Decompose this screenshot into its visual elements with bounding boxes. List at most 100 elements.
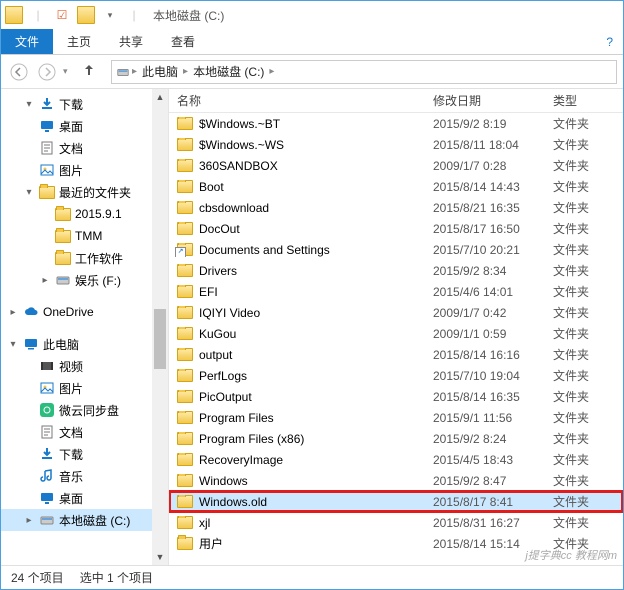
expand-icon[interactable]: ▾ [7, 339, 19, 350]
tree-node[interactable]: ▾此电脑 [1, 333, 168, 355]
tree-node[interactable]: ▸OneDrive [1, 301, 168, 323]
chevron-right-icon[interactable]: ▸ [269, 66, 274, 77]
tab-home[interactable]: 主页 [53, 29, 105, 54]
file-type: 文件夹 [545, 325, 623, 342]
table-row[interactable]: $Windows.~WS2015/8/11 18:04文件夹 [169, 134, 623, 155]
table-row[interactable]: xjl2015/8/31 16:27文件夹 [169, 512, 623, 533]
tab-share[interactable]: 共享 [105, 29, 157, 54]
tree-node[interactable]: 微云同步盘 [1, 399, 168, 421]
table-row[interactable]: Program Files (x86)2015/9/2 8:24文件夹 [169, 428, 623, 449]
table-row[interactable]: Boot2015/8/14 14:43文件夹 [169, 176, 623, 197]
breadcrumb[interactable]: 本地磁盘 (C:) [190, 63, 267, 80]
table-row[interactable]: Windows.old2015/8/17 8:41文件夹 [169, 491, 623, 512]
tree-node[interactable]: 桌面 [1, 487, 168, 509]
tree-node[interactable]: 文档 [1, 137, 168, 159]
tree-node[interactable]: 音乐 [1, 465, 168, 487]
file-date: 2015/8/11 18:04 [425, 138, 545, 152]
table-row[interactable]: Drivers2015/9/2 8:34文件夹 [169, 260, 623, 281]
table-row[interactable]: EFI2015/4/6 14:01文件夹 [169, 281, 623, 302]
table-row[interactable]: KuGou2009/1/1 0:59文件夹 [169, 323, 623, 344]
expand-icon[interactable]: ▸ [23, 515, 35, 526]
tree-node[interactable]: 文档 [1, 421, 168, 443]
file-name: PicOutput [199, 390, 252, 404]
scroll-thumb[interactable] [154, 309, 166, 369]
table-row[interactable]: PicOutput2015/8/14 16:35文件夹 [169, 386, 623, 407]
tree-node[interactable]: ▾下载 [1, 93, 168, 115]
tree-scrollbar[interactable]: ▲ ▼ [152, 89, 168, 565]
expand-icon[interactable]: ▸ [39, 275, 51, 286]
expand-icon[interactable]: ▸ [7, 307, 19, 318]
back-button[interactable] [7, 60, 31, 84]
table-row[interactable]: RecoveryImage2015/4/5 18:43文件夹 [169, 449, 623, 470]
file-date: 2015/9/2 8:47 [425, 474, 545, 488]
history-dropdown-icon[interactable]: ▾ [63, 66, 77, 77]
tree-node[interactable]: 2015.9.1 [1, 203, 168, 225]
tree-label: 图片 [59, 380, 83, 397]
table-row[interactable]: PerfLogs2015/7/10 19:04文件夹 [169, 365, 623, 386]
file-date: 2015/8/14 15:14 [425, 537, 545, 551]
file-name: EFI [199, 285, 218, 299]
tree-label: 桌面 [59, 118, 83, 135]
tab-file[interactable]: 文件 [1, 29, 53, 54]
tab-view[interactable]: 查看 [157, 29, 209, 54]
doc-icon [39, 424, 55, 440]
file-name: KuGou [199, 327, 236, 341]
table-row[interactable]: cbsdownload2015/8/21 16:35文件夹 [169, 197, 623, 218]
chevron-right-icon[interactable]: ▸ [183, 66, 188, 77]
file-list[interactable]: 名称 修改日期 类型 $Windows.~BT2015/9/2 8:19文件夹$… [169, 89, 623, 565]
address-bar[interactable]: ▸ 此电脑 ▸ 本地磁盘 (C:) ▸ [111, 60, 617, 84]
table-row[interactable]: $Windows.~BT2015/9/2 8:19文件夹 [169, 113, 623, 134]
qat-checkbox[interactable]: ☑ [53, 6, 71, 24]
tree-label: 桌面 [59, 490, 83, 507]
folder-icon [177, 432, 193, 445]
chevron-right-icon[interactable]: ▸ [132, 66, 137, 77]
folder-icon [177, 516, 193, 529]
video-icon [39, 358, 55, 374]
folder-icon [177, 348, 193, 361]
qat-folder[interactable] [77, 6, 95, 24]
up-button[interactable] [81, 62, 103, 81]
col-type[interactable]: 类型 [545, 92, 623, 109]
col-date[interactable]: 修改日期 [425, 92, 545, 109]
file-date: 2015/9/2 8:24 [425, 432, 545, 446]
table-row[interactable]: 360SANDBOX2009/1/7 0:28文件夹 [169, 155, 623, 176]
table-row[interactable]: DocOut2015/8/17 16:50文件夹 [169, 218, 623, 239]
qat-dropdown-icon[interactable]: ▾ [101, 6, 119, 24]
breadcrumb[interactable]: 此电脑 [139, 63, 181, 80]
expand-icon[interactable]: ▾ [23, 99, 35, 110]
table-row[interactable]: IQIYI Video2009/1/7 0:42文件夹 [169, 302, 623, 323]
tree-node[interactable]: 下载 [1, 443, 168, 465]
scroll-down-icon[interactable]: ▼ [152, 549, 168, 565]
scroll-up-icon[interactable]: ▲ [152, 89, 168, 105]
table-row[interactable]: Windows2015/9/2 8:47文件夹 [169, 470, 623, 491]
nav-tree[interactable]: ▾下载桌面文档图片▾最近的文件夹2015.9.1TMM工作软件▸娱乐 (F:)▸… [1, 89, 169, 565]
tree-node[interactable]: 图片 [1, 377, 168, 399]
tree-node[interactable]: ▸娱乐 (F:) [1, 269, 168, 291]
tree-node[interactable]: TMM [1, 225, 168, 247]
table-row[interactable]: 用户2015/8/14 15:14文件夹 [169, 533, 623, 554]
folder-icon [177, 306, 193, 319]
col-name[interactable]: 名称 [169, 92, 425, 109]
tree-node[interactable]: 工作软件 [1, 247, 168, 269]
expand-icon[interactable]: ▾ [23, 187, 35, 198]
file-type: 文件夹 [545, 535, 623, 552]
forward-button[interactable] [35, 60, 59, 84]
help-icon[interactable]: ? [596, 29, 623, 54]
file-type: 文件夹 [545, 220, 623, 237]
table-row[interactable]: Documents and Settings2015/7/10 20:21文件夹 [169, 239, 623, 260]
tree-node[interactable]: 图片 [1, 159, 168, 181]
table-row[interactable]: output2015/8/14 16:16文件夹 [169, 344, 623, 365]
file-date: 2009/1/7 0:28 [425, 159, 545, 173]
tree-node[interactable]: ▸本地磁盘 (C:) [1, 509, 168, 531]
status-bar: 24 个项目 选中 1 个项目 [1, 565, 623, 589]
file-name: PerfLogs [199, 369, 247, 383]
folder-icon [177, 138, 193, 151]
file-date: 2015/8/14 14:43 [425, 180, 545, 194]
tree-node[interactable]: 桌面 [1, 115, 168, 137]
tree-node[interactable]: 视频 [1, 355, 168, 377]
tree-label: 图片 [59, 162, 83, 179]
file-name: Program Files (x86) [199, 432, 304, 446]
table-row[interactable]: Program Files2015/9/1 11:56文件夹 [169, 407, 623, 428]
folder-icon [177, 264, 193, 277]
tree-node[interactable]: ▾最近的文件夹 [1, 181, 168, 203]
